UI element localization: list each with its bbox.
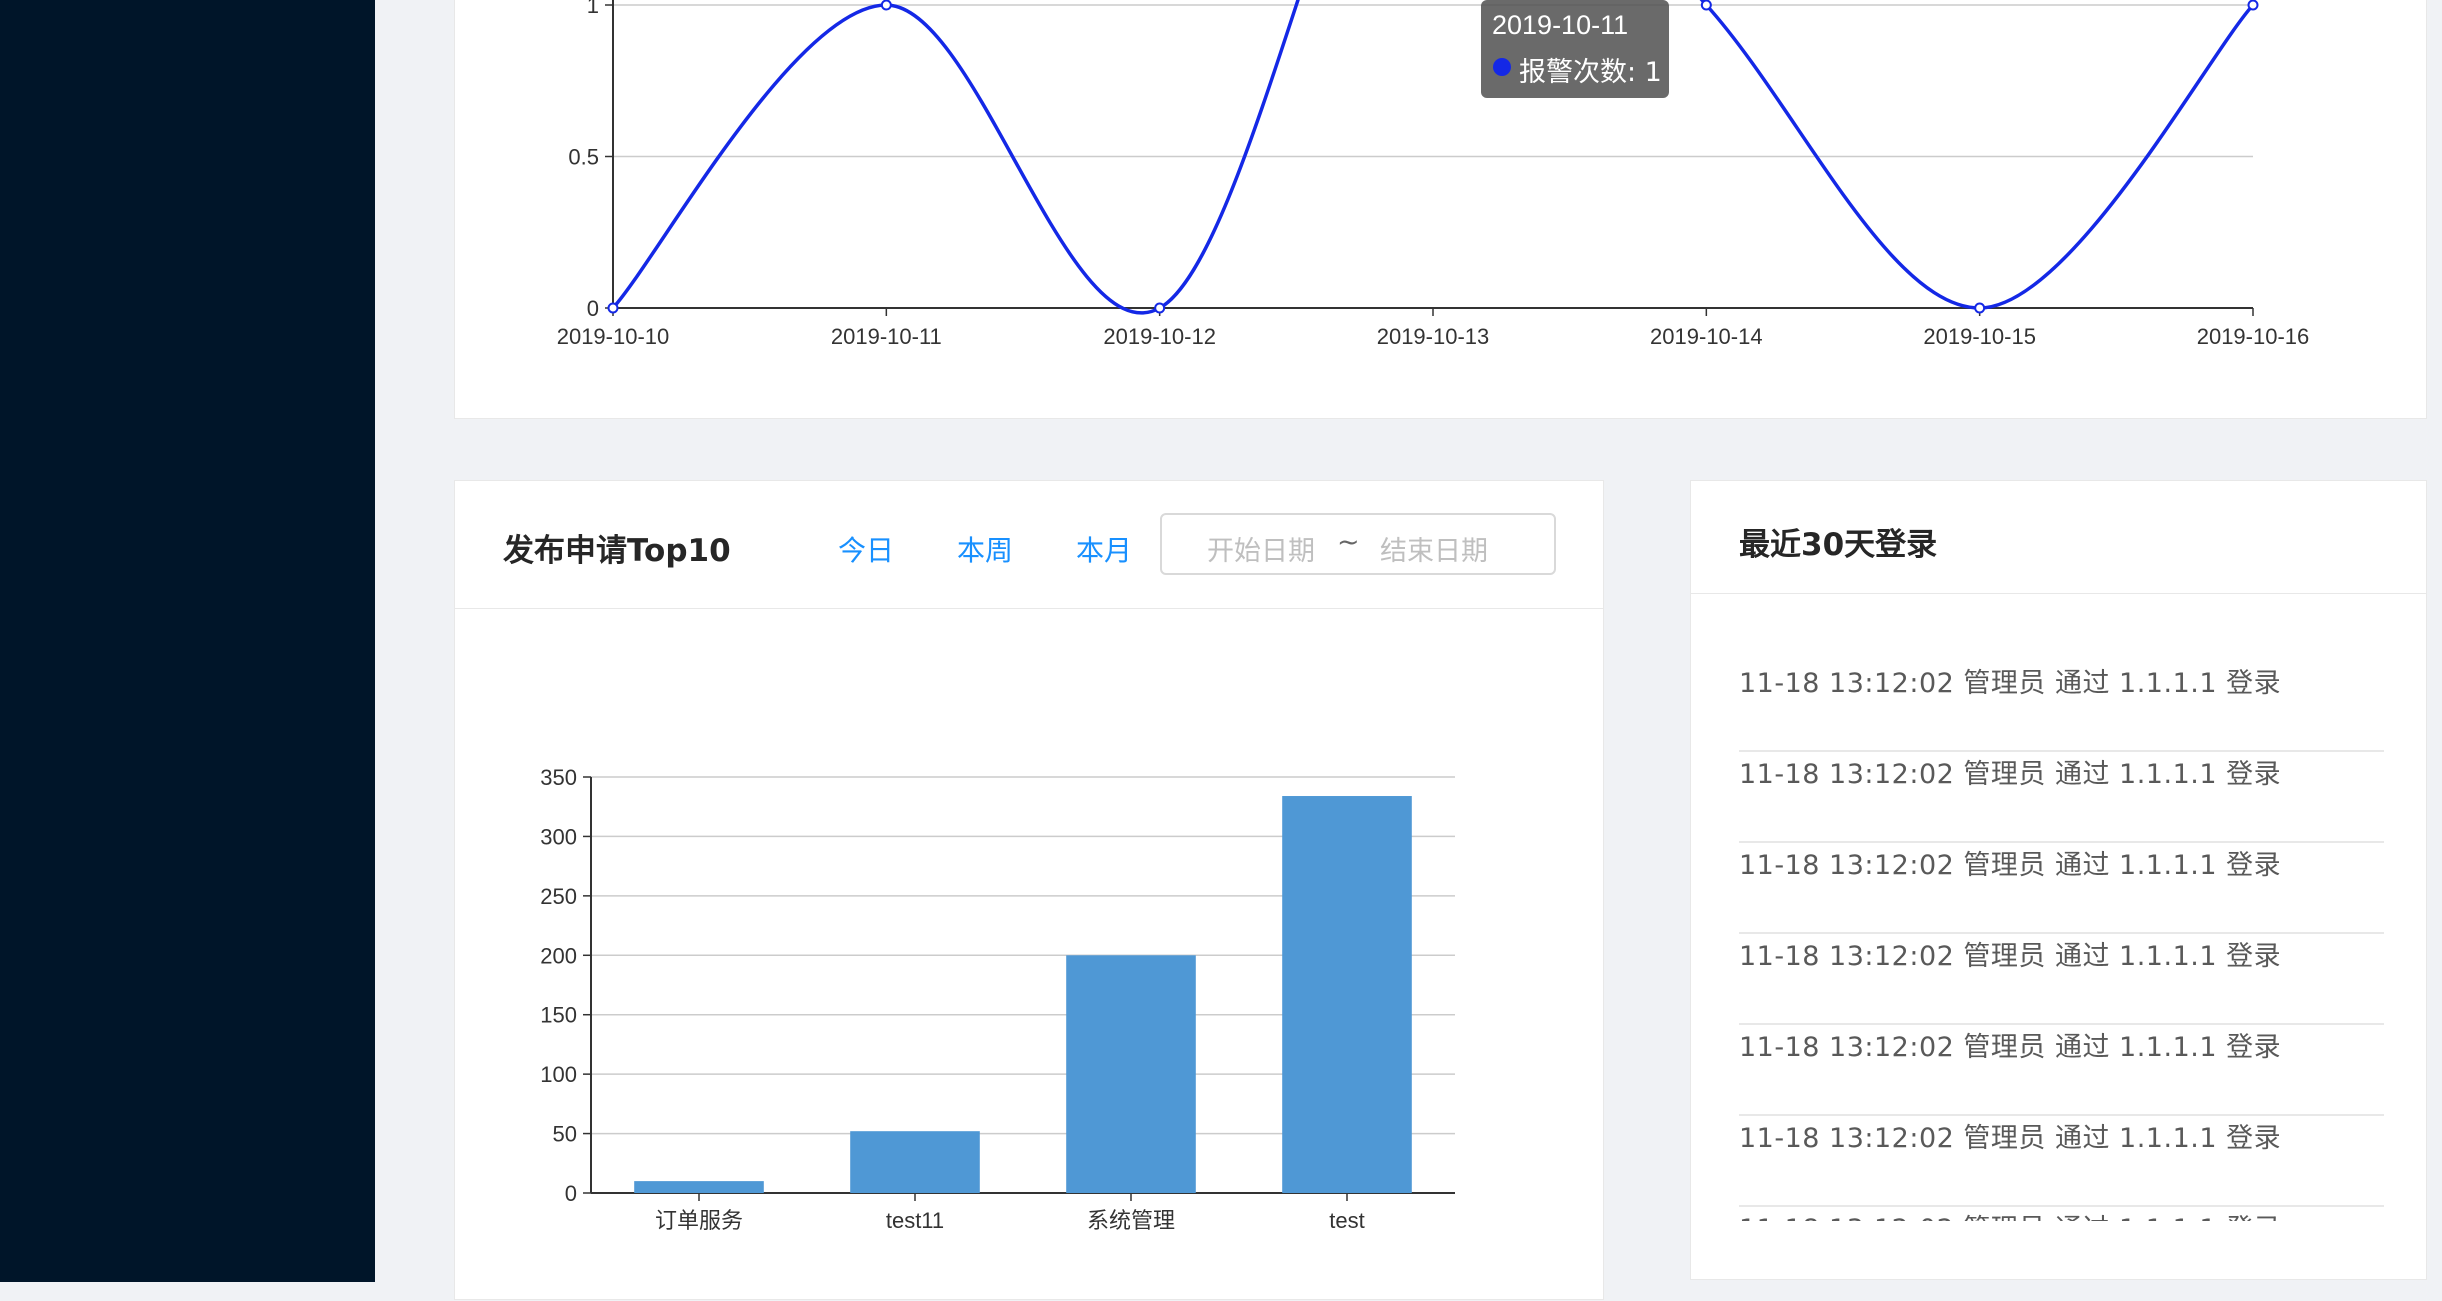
data-point bbox=[2247, 0, 2259, 11]
bar bbox=[850, 1131, 980, 1193]
x-tick-label: 订单服务 bbox=[655, 1208, 743, 1233]
publish-bar-chart: 0 50 100 150 200 250 300 350 订单服务 test11 系统管理 test bbox=[540, 765, 1455, 1233]
tooltip-series-dot bbox=[1493, 58, 1511, 76]
data-point bbox=[880, 0, 892, 11]
login-list-item: 11-18 13:12:02 管理员 通过 1.1.1.1 登录 bbox=[1739, 843, 2384, 934]
login-list-item: 11-18 13:12:02 管理员 通过 1.1.1.1 登录 bbox=[1739, 1207, 2384, 1221]
data-point bbox=[1154, 302, 1166, 314]
alarm-chart-card: 0 0.5 1 2019-10-10 2019-10-11 2019-10-12 2019-… bbox=[454, 0, 2427, 419]
x-tick-label: test bbox=[1329, 1208, 1364, 1233]
login-list-item: 11-18 13:12:02 管理员 通过 1.1.1.1 登录 bbox=[1739, 1116, 2384, 1207]
y-tick-label: 300 bbox=[540, 824, 577, 849]
x-tick-label: 系统管理 bbox=[1087, 1208, 1175, 1233]
chart-tooltip: 2019-10-11 报警次数: 1 bbox=[1481, 0, 1669, 98]
login-list[interactable]: 11-18 13:12:02 管理员 通过 1.1.1.1 登录 11-18 13… bbox=[1739, 661, 2384, 1221]
y-tick-label: 200 bbox=[540, 943, 577, 968]
data-point bbox=[607, 302, 619, 314]
y-tick-label: 1 bbox=[587, 0, 599, 18]
alarm-line-chart: 0 0.5 1 2019-10-10 2019-10-11 2019-10-12 2019-… bbox=[557, 0, 2310, 349]
y-tick-label: 0 bbox=[565, 1181, 577, 1206]
login-list-item: 11-18 13:12:02 管理员 通过 1.1.1.1 登录 bbox=[1739, 934, 2384, 1025]
login-list-item: 11-18 13:12:02 管理员 通过 1.1.1.1 登录 bbox=[1739, 661, 2384, 752]
x-tick-label: 2019-10-12 bbox=[1103, 324, 1216, 349]
bar bbox=[1066, 955, 1196, 1193]
y-tick-label: 250 bbox=[540, 884, 577, 909]
y-tick-label: 0.5 bbox=[568, 145, 599, 170]
bar bbox=[1282, 796, 1412, 1193]
y-tick-label: 350 bbox=[540, 765, 577, 790]
y-tick-label: 150 bbox=[540, 1003, 577, 1028]
x-tick-label: test11 bbox=[886, 1208, 944, 1233]
sidebar bbox=[0, 0, 375, 1282]
publish-top10-card: 发布申请Top10 今日 本周 本月 开始日期 ~ 结束日期 0 50 100 150… bbox=[454, 480, 1604, 1300]
x-tick-label: 2019-10-13 bbox=[1377, 324, 1490, 349]
card-title: 最近30天登录 bbox=[1739, 527, 1938, 563]
login-list-item: 11-18 13:12:02 管理员 通过 1.1.1.1 登录 bbox=[1739, 752, 2384, 843]
recent-login-card: 最近30天登录 11-18 13:12:02 管理员 通过 1.1.1.1 登录… bbox=[1690, 480, 2427, 1280]
card-header: 最近30天登录 bbox=[1691, 481, 2426, 594]
x-tick-label: 2019-10-15 bbox=[1923, 324, 2036, 349]
x-tick-label: 2019-10-14 bbox=[1650, 324, 1763, 349]
login-list-item: 11-18 13:12:02 管理员 通过 1.1.1.1 登录 bbox=[1739, 1025, 2384, 1116]
y-tick-label: 100 bbox=[540, 1062, 577, 1087]
x-tick-label: 2019-10-10 bbox=[557, 324, 670, 349]
bar bbox=[634, 1181, 764, 1193]
tooltip-date: 2019-10-11 bbox=[1492, 10, 1629, 40]
data-point bbox=[1974, 302, 1986, 314]
x-tick-label: 2019-10-11 bbox=[831, 324, 942, 349]
data-point bbox=[1700, 0, 1712, 11]
y-tick-label: 0 bbox=[587, 296, 599, 321]
x-tick-label: 2019-10-16 bbox=[2197, 324, 2310, 349]
tooltip-value: 报警次数: 1 bbox=[1519, 57, 1662, 88]
y-tick-label: 50 bbox=[553, 1122, 577, 1147]
